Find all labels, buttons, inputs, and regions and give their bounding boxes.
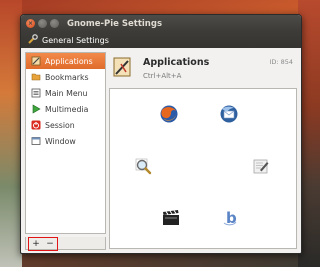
session-icon xyxy=(31,120,41,130)
minimize-button[interactable] xyxy=(38,19,47,28)
window-title: Gnome-Pie Settings xyxy=(67,18,163,29)
sidebar-item-label: Window xyxy=(45,136,76,146)
add-remove-group: + − xyxy=(28,237,58,251)
maximize-button[interactable] xyxy=(50,19,59,28)
list-actions-bar: + − xyxy=(25,237,106,251)
search-tool-icon[interactable] xyxy=(133,156,153,176)
sidebar-item-label: Applications xyxy=(45,56,93,66)
slice-canvas[interactable]: b xyxy=(109,88,297,249)
desktop-background-left xyxy=(0,0,22,267)
firefox-icon[interactable] xyxy=(159,104,179,124)
sidebar-item-label: Session xyxy=(45,120,75,130)
add-pie-button[interactable]: + xyxy=(31,239,42,249)
bookmarks-icon xyxy=(31,72,41,82)
pie-header: Applications Ctrl+Alt+A ID: 854 xyxy=(109,52,297,84)
pie-icon[interactable] xyxy=(111,56,133,78)
sidebar-item-session[interactable]: Session xyxy=(26,117,105,133)
pie-id: ID: 854 xyxy=(269,58,293,66)
pie-name[interactable]: Applications xyxy=(143,57,209,68)
pie-details: Applications Ctrl+Alt+A ID: 854 b xyxy=(109,52,297,250)
close-button[interactable]: × xyxy=(26,19,35,28)
sidebar-item-multimedia[interactable]: Multimedia xyxy=(26,101,105,117)
pie-list: Applications Bookmarks Main Menu Multime… xyxy=(25,52,106,234)
wrench-icon[interactable] xyxy=(27,33,38,47)
bazaar-icon[interactable]: b xyxy=(220,207,240,227)
main-menu-icon xyxy=(31,88,41,98)
pie-shortcut[interactable]: Ctrl+Alt+A xyxy=(143,72,181,80)
titlebar: × Gnome-Pie Settings xyxy=(21,15,301,32)
toolbar: General Settings xyxy=(21,32,301,48)
sidebar-item-applications[interactable]: Applications xyxy=(26,53,105,69)
sidebar-item-label: Main Menu xyxy=(45,88,88,98)
window-icon xyxy=(31,136,41,146)
sidebar-item-window[interactable]: Window xyxy=(26,133,105,149)
sidebar-item-main-menu[interactable]: Main Menu xyxy=(26,85,105,101)
text-editor-icon[interactable] xyxy=(251,156,271,176)
movie-player-icon[interactable] xyxy=(161,207,181,227)
sidebar-item-label: Bookmarks xyxy=(45,72,89,82)
sidebar-item-label: Multimedia xyxy=(45,104,89,114)
sidebar-item-bookmarks[interactable]: Bookmarks xyxy=(26,69,105,85)
remove-pie-button[interactable]: − xyxy=(45,239,56,249)
multimedia-icon xyxy=(31,104,41,114)
thunderbird-icon[interactable] xyxy=(219,104,239,124)
general-settings-button[interactable]: General Settings xyxy=(42,36,109,45)
applications-icon xyxy=(31,56,41,66)
settings-window: × Gnome-Pie Settings General Settings Ap… xyxy=(20,14,302,254)
